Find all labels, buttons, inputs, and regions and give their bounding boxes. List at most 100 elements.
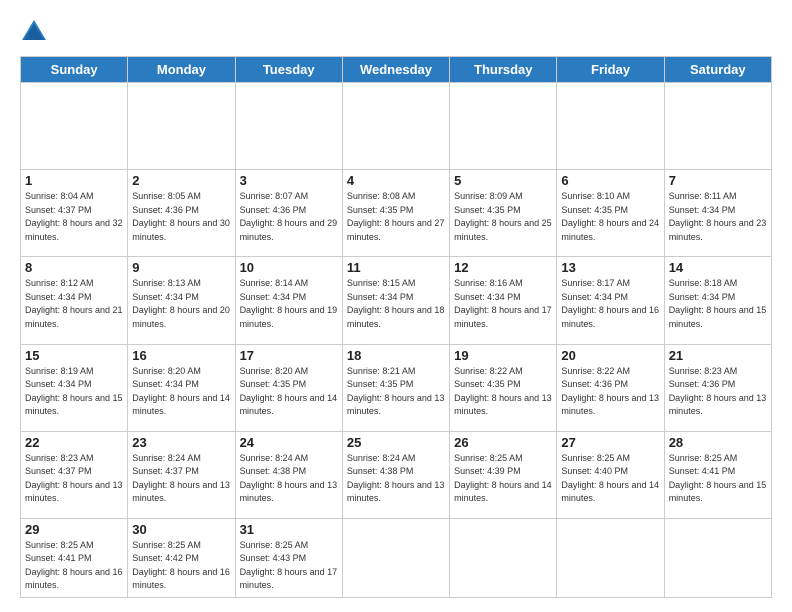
day-number: 18	[347, 348, 445, 363]
calendar-cell: 4 Sunrise: 8:08 AMSunset: 4:35 PMDaylight…	[342, 170, 449, 257]
calendar-cell: 15 Sunrise: 8:19 AMSunset: 4:34 PMDayligh…	[21, 344, 128, 431]
calendar-cell	[21, 83, 128, 170]
calendar-cell: 25 Sunrise: 8:24 AMSunset: 4:38 PMDayligh…	[342, 431, 449, 518]
calendar-cell: 22Sunrise: 8:23 AMSunset: 4:37 PMDayligh…	[21, 431, 128, 518]
day-number: 12	[454, 260, 552, 275]
calendar-cell: 16 Sunrise: 8:20 AMSunset: 4:34 PMDayligh…	[128, 344, 235, 431]
day-info: Sunrise: 8:14 AMSunset: 4:34 PMDaylight:…	[240, 277, 338, 331]
header	[20, 18, 772, 46]
day-number: 30	[132, 522, 230, 537]
day-number: 29	[25, 522, 123, 537]
calendar-cell: 2 Sunrise: 8:05 AMSunset: 4:36 PMDaylight…	[128, 170, 235, 257]
logo-icon	[20, 18, 48, 46]
calendar-cell: 9Sunrise: 8:13 AMSunset: 4:34 PMDaylight…	[128, 257, 235, 344]
day-info: Sunrise: 8:24 AMSunset: 4:38 PMDaylight:…	[240, 452, 338, 506]
calendar-cell: 13 Sunrise: 8:17 AMSunset: 4:34 PMDayligh…	[557, 257, 664, 344]
day-number: 14	[669, 260, 767, 275]
day-number: 6	[561, 173, 659, 188]
day-number: 2	[132, 173, 230, 188]
day-number: 20	[561, 348, 659, 363]
calendar-cell: 31 Sunrise: 8:25 AMSunset: 4:43 PMDayligh…	[235, 518, 342, 597]
day-number: 25	[347, 435, 445, 450]
day-info: Sunrise: 8:25 AMSunset: 4:39 PMDaylight:…	[454, 452, 552, 506]
day-info: Sunrise: 8:24 AMSunset: 4:38 PMDaylight:…	[347, 452, 445, 506]
weekday-header-saturday: Saturday	[664, 57, 771, 83]
day-info: Sunrise: 8:18 AMSunset: 4:34 PMDaylight:…	[669, 277, 767, 331]
calendar-cell	[128, 83, 235, 170]
day-number: 21	[669, 348, 767, 363]
day-info: Sunrise: 8:05 AMSunset: 4:36 PMDaylight:…	[132, 190, 230, 244]
calendar: SundayMondayTuesdayWednesdayThursdayFrid…	[20, 56, 772, 598]
day-info: Sunrise: 8:07 AMSunset: 4:36 PMDaylight:…	[240, 190, 338, 244]
day-info: Sunrise: 8:23 AMSunset: 4:37 PMDaylight:…	[25, 452, 123, 506]
day-info: Sunrise: 8:08 AMSunset: 4:35 PMDaylight:…	[347, 190, 445, 244]
day-number: 5	[454, 173, 552, 188]
day-info: Sunrise: 8:16 AMSunset: 4:34 PMDaylight:…	[454, 277, 552, 331]
day-info: Sunrise: 8:20 AMSunset: 4:34 PMDaylight:…	[132, 365, 230, 419]
day-info: Sunrise: 8:21 AMSunset: 4:35 PMDaylight:…	[347, 365, 445, 419]
calendar-cell: 23 Sunrise: 8:24 AMSunset: 4:37 PMDayligh…	[128, 431, 235, 518]
calendar-cell	[450, 518, 557, 597]
day-number: 15	[25, 348, 123, 363]
calendar-cell: 24 Sunrise: 8:24 AMSunset: 4:38 PMDayligh…	[235, 431, 342, 518]
calendar-cell	[557, 518, 664, 597]
day-info: Sunrise: 8:20 AMSunset: 4:35 PMDaylight:…	[240, 365, 338, 419]
day-info: Sunrise: 8:19 AMSunset: 4:34 PMDaylight:…	[25, 365, 123, 419]
day-number: 23	[132, 435, 230, 450]
calendar-cell	[664, 518, 771, 597]
day-info: Sunrise: 8:12 AMSunset: 4:34 PMDaylight:…	[25, 277, 123, 331]
day-info: Sunrise: 8:25 AMSunset: 4:41 PMDaylight:…	[25, 539, 123, 593]
day-info: Sunrise: 8:25 AMSunset: 4:42 PMDaylight:…	[132, 539, 230, 593]
day-info: Sunrise: 8:22 AMSunset: 4:36 PMDaylight:…	[561, 365, 659, 419]
day-info: Sunrise: 8:25 AMSunset: 4:41 PMDaylight:…	[669, 452, 767, 506]
calendar-cell: 7 Sunrise: 8:11 AMSunset: 4:34 PMDaylight…	[664, 170, 771, 257]
day-info: Sunrise: 8:10 AMSunset: 4:35 PMDaylight:…	[561, 190, 659, 244]
day-info: Sunrise: 8:22 AMSunset: 4:35 PMDaylight:…	[454, 365, 552, 419]
weekday-header-wednesday: Wednesday	[342, 57, 449, 83]
day-number: 16	[132, 348, 230, 363]
day-info: Sunrise: 8:23 AMSunset: 4:36 PMDaylight:…	[669, 365, 767, 419]
calendar-cell	[450, 83, 557, 170]
weekday-header-friday: Friday	[557, 57, 664, 83]
calendar-cell	[664, 83, 771, 170]
day-info: Sunrise: 8:24 AMSunset: 4:37 PMDaylight:…	[132, 452, 230, 506]
weekday-header-thursday: Thursday	[450, 57, 557, 83]
calendar-cell: 10Sunrise: 8:14 AMSunset: 4:34 PMDayligh…	[235, 257, 342, 344]
calendar-cell	[235, 83, 342, 170]
logo	[20, 18, 52, 46]
weekday-header-monday: Monday	[128, 57, 235, 83]
day-number: 24	[240, 435, 338, 450]
weekday-header-sunday: Sunday	[21, 57, 128, 83]
calendar-cell: 3 Sunrise: 8:07 AMSunset: 4:36 PMDaylight…	[235, 170, 342, 257]
day-number: 3	[240, 173, 338, 188]
day-number: 19	[454, 348, 552, 363]
page: SundayMondayTuesdayWednesdayThursdayFrid…	[0, 0, 792, 612]
day-number: 13	[561, 260, 659, 275]
calendar-cell: 27Sunrise: 8:25 AMSunset: 4:40 PMDayligh…	[557, 431, 664, 518]
day-info: Sunrise: 8:11 AMSunset: 4:34 PMDaylight:…	[669, 190, 767, 244]
day-number: 1	[25, 173, 123, 188]
calendar-cell: 20 Sunrise: 8:22 AMSunset: 4:36 PMDayligh…	[557, 344, 664, 431]
calendar-cell: 17Sunrise: 8:20 AMSunset: 4:35 PMDayligh…	[235, 344, 342, 431]
day-number: 27	[561, 435, 659, 450]
calendar-cell: 14 Sunrise: 8:18 AMSunset: 4:34 PMDayligh…	[664, 257, 771, 344]
day-info: Sunrise: 8:04 AMSunset: 4:37 PMDaylight:…	[25, 190, 123, 244]
calendar-cell	[342, 518, 449, 597]
calendar-cell: 28 Sunrise: 8:25 AMSunset: 4:41 PMDayligh…	[664, 431, 771, 518]
day-number: 31	[240, 522, 338, 537]
day-number: 7	[669, 173, 767, 188]
calendar-cell	[342, 83, 449, 170]
calendar-cell: 26Sunrise: 8:25 AMSunset: 4:39 PMDayligh…	[450, 431, 557, 518]
calendar-cell: 30 Sunrise: 8:25 AMSunset: 4:42 PMDayligh…	[128, 518, 235, 597]
calendar-cell: 11Sunrise: 8:15 AMSunset: 4:34 PMDayligh…	[342, 257, 449, 344]
day-info: Sunrise: 8:13 AMSunset: 4:34 PMDaylight:…	[132, 277, 230, 331]
weekday-header-tuesday: Tuesday	[235, 57, 342, 83]
calendar-cell: 29 Sunrise: 8:25 AMSunset: 4:41 PMDayligh…	[21, 518, 128, 597]
day-number: 28	[669, 435, 767, 450]
calendar-cell: 8Sunrise: 8:12 AMSunset: 4:34 PMDaylight…	[21, 257, 128, 344]
calendar-cell: 6 Sunrise: 8:10 AMSunset: 4:35 PMDaylight…	[557, 170, 664, 257]
calendar-cell: 5Sunrise: 8:09 AMSunset: 4:35 PMDaylight…	[450, 170, 557, 257]
day-number: 4	[347, 173, 445, 188]
day-info: Sunrise: 8:17 AMSunset: 4:34 PMDaylight:…	[561, 277, 659, 331]
day-info: Sunrise: 8:25 AMSunset: 4:43 PMDaylight:…	[240, 539, 338, 593]
